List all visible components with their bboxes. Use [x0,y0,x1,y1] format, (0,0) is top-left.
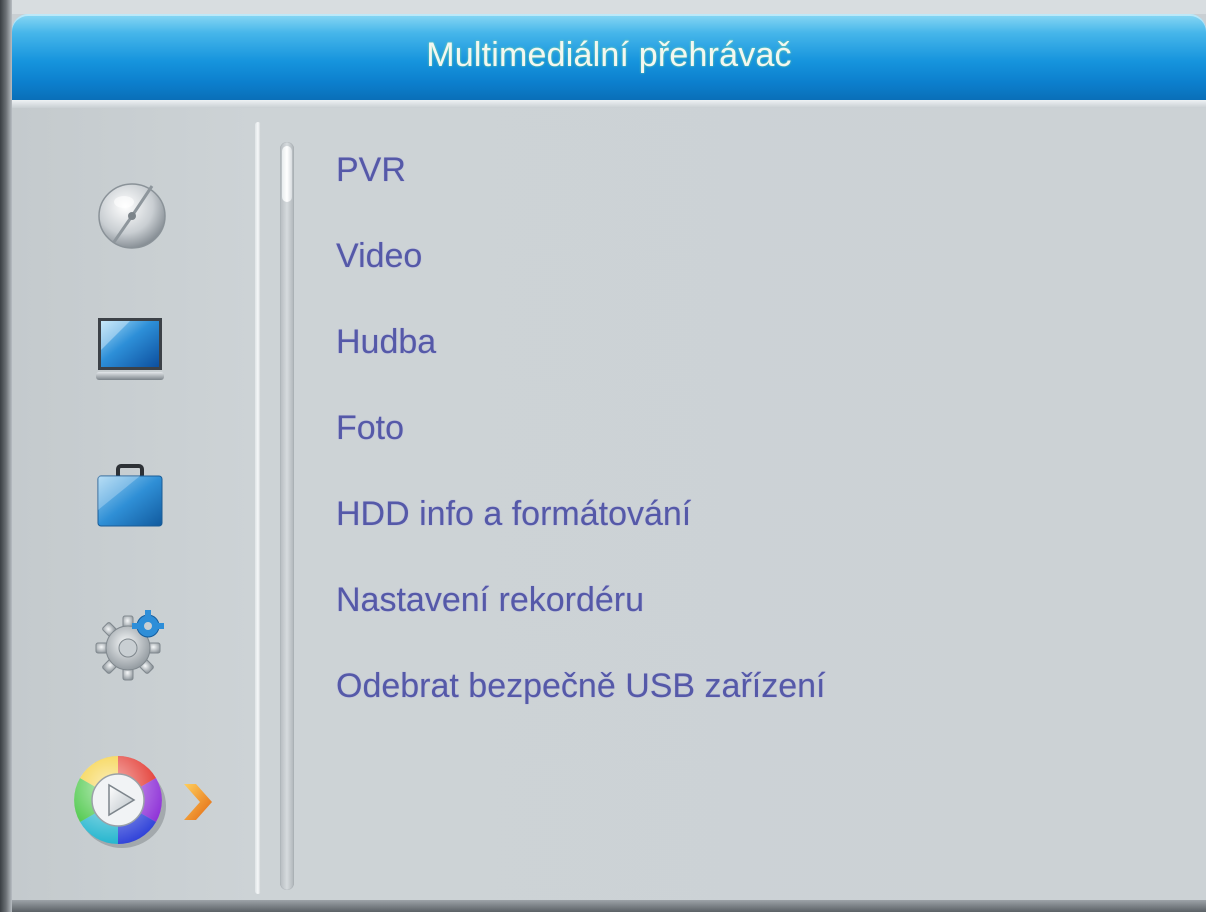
category-sidebar [60,150,230,870]
bottom-frame [0,900,1206,912]
top-frame [0,0,1206,14]
title-bar-highlight [12,100,1206,108]
menu-item-recorder-settings[interactable]: Nastavení rekordéru [336,570,1186,656]
multimedia-play-icon[interactable] [70,750,170,850]
menu-item-hdd-info[interactable]: HDD info a formátování [336,484,1186,570]
title-bar: Multimediální přehrávač [12,14,1206,100]
scrollbar-thumb[interactable] [282,146,292,202]
satellite-dish-icon[interactable] [90,172,170,252]
menu-item-photo[interactable]: Foto [336,398,1186,484]
chevron-right-icon [180,780,216,824]
tv-monitor-icon[interactable] [90,310,170,390]
sidebar-divider [255,122,261,894]
menu-item-music[interactable]: Hudba [336,312,1186,398]
page-title: Multimediální přehrávač [426,36,792,74]
media-player-screen: Multimediální přehrávač PVR Video Hudba … [0,0,1206,912]
menu-scrollbar[interactable] [280,142,294,890]
menu-item-pvr[interactable]: PVR [336,140,1186,226]
menu-item-safely-remove-usb[interactable]: Odebrat bezpečně USB zařízení [336,656,1186,742]
menu-item-video[interactable]: Video [336,226,1186,312]
multimedia-menu: PVR Video Hudba Foto HDD info a formátov… [336,140,1186,742]
gear-icon[interactable] [90,602,170,682]
briefcase-icon[interactable] [90,456,170,536]
